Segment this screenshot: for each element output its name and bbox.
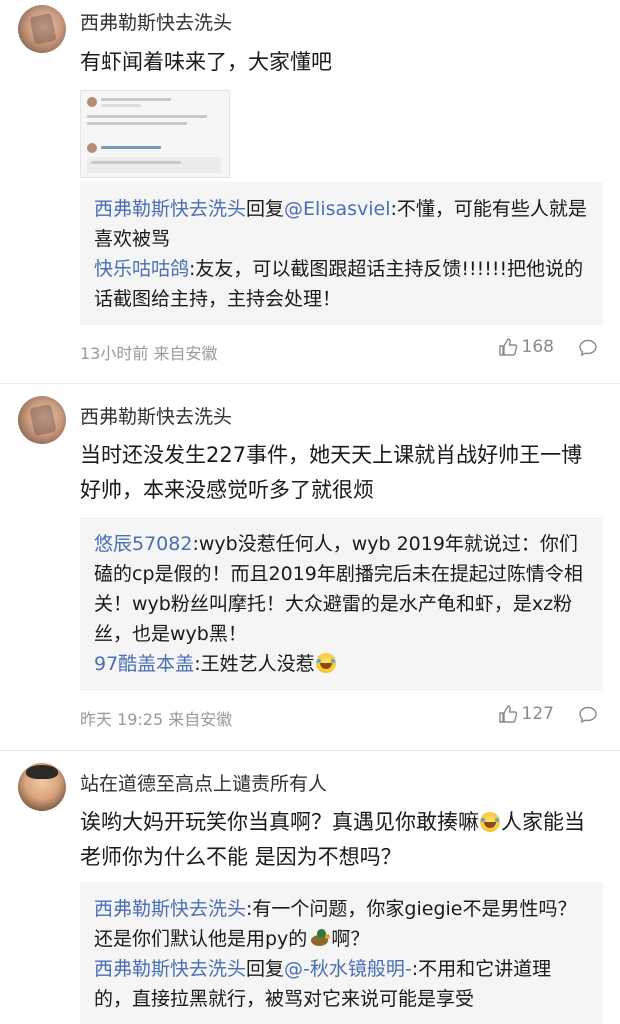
reply-author[interactable]: 悠辰57082 xyxy=(94,533,192,555)
thumbs-up-icon xyxy=(498,337,518,357)
comment-username[interactable]: 西弗勒斯快去洗头 xyxy=(80,402,232,429)
comment-text: 有虾闻着味来了，大家懂吧 xyxy=(80,50,332,74)
divider xyxy=(0,383,620,384)
comment-meta: 昨天 19:25 来自安徽 xyxy=(80,710,233,729)
reply-mention[interactable]: @-秋水镜般明- xyxy=(284,958,412,980)
avatar[interactable] xyxy=(18,5,66,53)
comment-text: 诶哟大妈开玩笑你当真啊？真遇见你敢揍嘛 人家能当老师你为什么不能 是因为不想吗？ xyxy=(80,810,585,869)
comment-username[interactable]: 西弗勒斯快去洗头 xyxy=(80,8,232,35)
reply-author[interactable]: 西弗勒斯快去洗头 xyxy=(94,198,246,220)
comment-bubble-icon[interactable] xyxy=(578,338,598,358)
comment-username[interactable]: 站在道德至高点上谴责所有人 xyxy=(80,769,327,796)
reply-list[interactable]: 悠辰57082:wyb没惹任何人，wyb 2019年就说过：你们磕的cp是假的！… xyxy=(80,517,603,691)
like-count: 127 xyxy=(521,704,554,724)
reply-item[interactable]: 西弗勒斯快去洗头回复@-秋水镜般明-:不用和它讲道理的，直接拉黑就行，被骂对它来… xyxy=(94,954,589,1014)
avatar[interactable] xyxy=(18,396,66,444)
reply-mention[interactable]: @Elisasviel xyxy=(284,198,391,220)
divider xyxy=(0,750,620,751)
comment-image-thumbnail[interactable] xyxy=(80,90,230,178)
comment-meta: 13小时前 来自安徽 xyxy=(80,344,218,363)
avatar[interactable] xyxy=(18,763,66,811)
reply-author[interactable]: 西弗勒斯快去洗头 xyxy=(94,958,246,980)
reply-list[interactable]: 西弗勒斯快去洗头:有一个问题，你家giegie不是男性吗？还是你们默认他是用py… xyxy=(80,882,603,1024)
thumbs-up-icon xyxy=(498,704,518,724)
reply-list[interactable]: 西弗勒斯快去洗头回复@Elisasviel:不懂，可能有些人就是喜欢被骂 快乐咕… xyxy=(80,182,603,325)
reply-item[interactable]: 快乐咕咕鸽:友友，可以截图跟超话主持反馈!!!!!!把他说的话截图给主持，主持会… xyxy=(94,254,589,314)
reply-author[interactable]: 快乐咕咕鸽 xyxy=(94,258,189,280)
reply-author[interactable]: 西弗勒斯快去洗头 xyxy=(94,898,246,920)
laugh-cry-emoji xyxy=(315,653,336,673)
reply-item[interactable]: 西弗勒斯快去洗头回复@Elisasviel:不懂，可能有些人就是喜欢被骂 xyxy=(94,194,589,254)
duck-emoji xyxy=(308,928,330,948)
laugh-cry-emoji xyxy=(480,812,500,832)
reply-text: :王姓艺人没惹 xyxy=(194,653,315,675)
like-button[interactable]: 168 xyxy=(498,337,554,357)
reply-author[interactable]: 97酷盖本盖 xyxy=(94,653,194,675)
reply-item[interactable]: 西弗勒斯快去洗头:有一个问题，你家giegie不是男性吗？还是你们默认他是用py… xyxy=(94,894,589,954)
like-button[interactable]: 127 xyxy=(498,704,554,724)
reply-item[interactable]: 悠辰57082:wyb没惹任何人，wyb 2019年就说过：你们磕的cp是假的！… xyxy=(94,529,589,649)
comment-text: 当时还没发生227事件，她天天上课就肖战好帅王一博好帅，本来没感觉听多了就很烦 xyxy=(80,443,583,502)
reply-item[interactable]: 97酷盖本盖:王姓艺人没惹 xyxy=(94,649,589,679)
like-count: 168 xyxy=(521,337,554,357)
comment-bubble-icon[interactable] xyxy=(578,705,598,725)
